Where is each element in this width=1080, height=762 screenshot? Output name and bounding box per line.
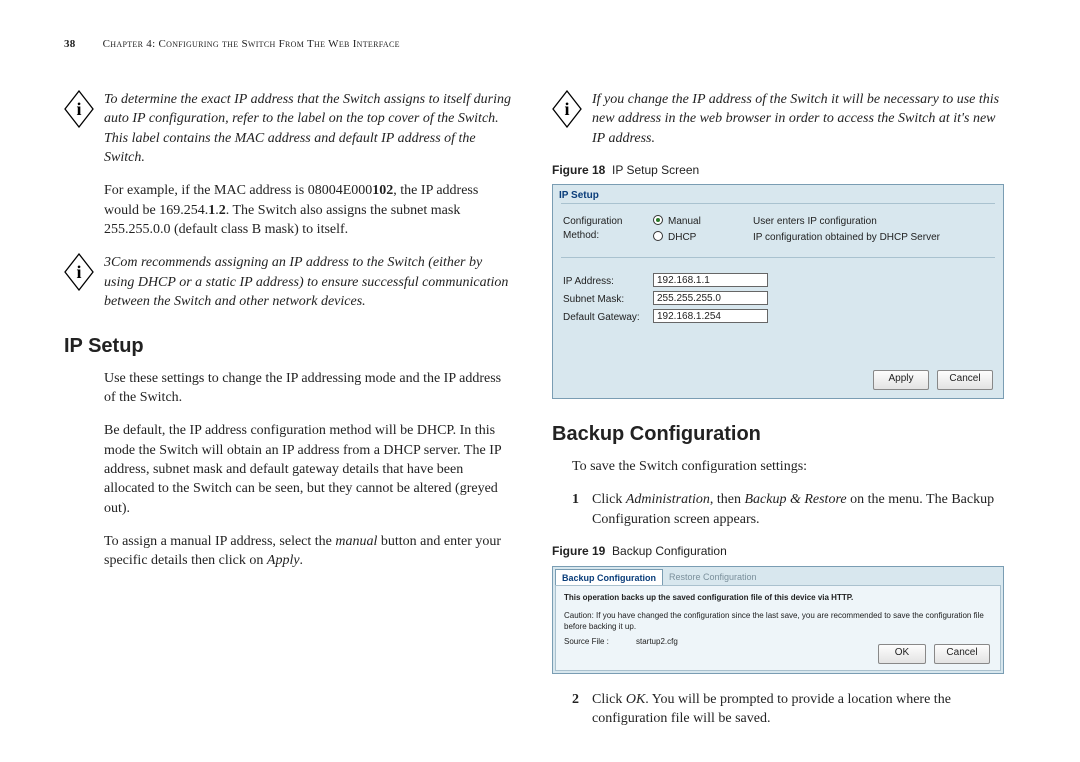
radio-manual[interactable] xyxy=(653,215,663,225)
columns: i To determine the exact IP address that… xyxy=(64,90,1040,742)
panel-title: IP Setup xyxy=(559,189,599,203)
info-text: 3Com recommends assigning an IP address … xyxy=(104,253,516,311)
cancel-button[interactable]: Cancel xyxy=(937,370,993,390)
info-icon: i xyxy=(552,90,582,128)
cancel-button[interactable]: Cancel xyxy=(934,644,990,664)
page-header: 38 Chapter 4: Configuring the Switch Fro… xyxy=(64,38,1040,50)
tab-restore[interactable]: Restore Configuration xyxy=(663,569,763,585)
divider xyxy=(561,257,995,258)
radio-manual-label: Manual xyxy=(668,215,701,229)
radio-dhcp-label: DHCP xyxy=(668,231,696,245)
ip-address-input[interactable]: 192.168.1.1 xyxy=(653,273,768,287)
figure-18-caption: Figure 18 IP Setup Screen xyxy=(552,162,1004,179)
step-list: 1 Click Administration, then Backup & Re… xyxy=(572,490,1004,529)
gateway-label: Default Gateway: xyxy=(563,311,640,325)
apply-button[interactable]: Apply xyxy=(873,370,929,390)
svg-text:i: i xyxy=(76,99,81,119)
ip-setup-p1: Use these settings to change the IP addr… xyxy=(104,369,516,408)
info-text: To determine the exact IP address that t… xyxy=(104,90,516,167)
ip-setup-p3: To assign a manual IP address, select th… xyxy=(104,532,516,571)
page-number: 38 xyxy=(64,38,76,50)
ip-setup-p2: Be default, the IP address configuration… xyxy=(104,421,516,518)
svg-text:i: i xyxy=(564,99,569,119)
left-column: i To determine the exact IP address that… xyxy=(64,90,516,742)
divider xyxy=(561,203,995,204)
source-file-label: Source File : xyxy=(564,636,609,647)
info-icon: i xyxy=(64,253,94,291)
example-paragraph: For example, if the MAC address is 08004… xyxy=(104,181,516,239)
backup-caution: Caution: If you have changed the configu… xyxy=(564,610,992,632)
subnet-mask-label: Subnet Mask: xyxy=(563,293,624,307)
ip-address-label: IP Address: xyxy=(563,275,614,289)
ip-setup-screenshot: IP Setup Configuration Method: Manual Us… xyxy=(552,184,1004,399)
gateway-input[interactable]: 192.168.1.254 xyxy=(653,309,768,323)
backup-desc: This operation backs up the saved config… xyxy=(564,592,853,603)
dhcp-help: IP configuration obtained by DHCP Server xyxy=(753,231,940,245)
right-column: i If you change the IP address of the Sw… xyxy=(552,90,1004,742)
info-icon: i xyxy=(64,90,94,128)
figure-19-caption: Figure 19 Backup Configuration xyxy=(552,543,1004,560)
subnet-mask-input[interactable]: 255.255.255.0 xyxy=(653,291,768,305)
tab-backup[interactable]: Backup Configuration xyxy=(555,569,663,586)
step-2: 2 Click OK. You will be prompted to prov… xyxy=(572,690,1004,729)
heading-ip-setup: IP Setup xyxy=(64,333,516,361)
ok-button[interactable]: OK xyxy=(878,644,926,664)
chapter-title: Chapter 4: Configuring the Switch From T… xyxy=(103,38,400,50)
info-note-1: i To determine the exact IP address that… xyxy=(64,90,516,167)
manual-page: 38 Chapter 4: Configuring the Switch Fro… xyxy=(0,0,1080,762)
info-note-3: i If you change the IP address of the Sw… xyxy=(552,90,1004,148)
info-text: If you change the IP address of the Swit… xyxy=(592,90,1004,148)
heading-backup-config: Backup Configuration xyxy=(552,421,1004,449)
step-1: 1 Click Administration, then Backup & Re… xyxy=(572,490,1004,529)
svg-text:i: i xyxy=(76,262,81,282)
info-note-2: i 3Com recommends assigning an IP addres… xyxy=(64,253,516,311)
step-list-2: 2 Click OK. You will be prompted to prov… xyxy=(572,690,1004,729)
manual-help: User enters IP configuration xyxy=(753,215,877,229)
backup-intro: To save the Switch configuration setting… xyxy=(572,457,1004,476)
source-file-value: startup2.cfg xyxy=(636,636,678,647)
config-method-label: Configuration Method: xyxy=(563,215,633,243)
panel-body: This operation backs up the saved config… xyxy=(555,585,1001,671)
radio-dhcp[interactable] xyxy=(653,231,663,241)
backup-config-screenshot: Backup Configuration Restore Configurati… xyxy=(552,566,1004,674)
